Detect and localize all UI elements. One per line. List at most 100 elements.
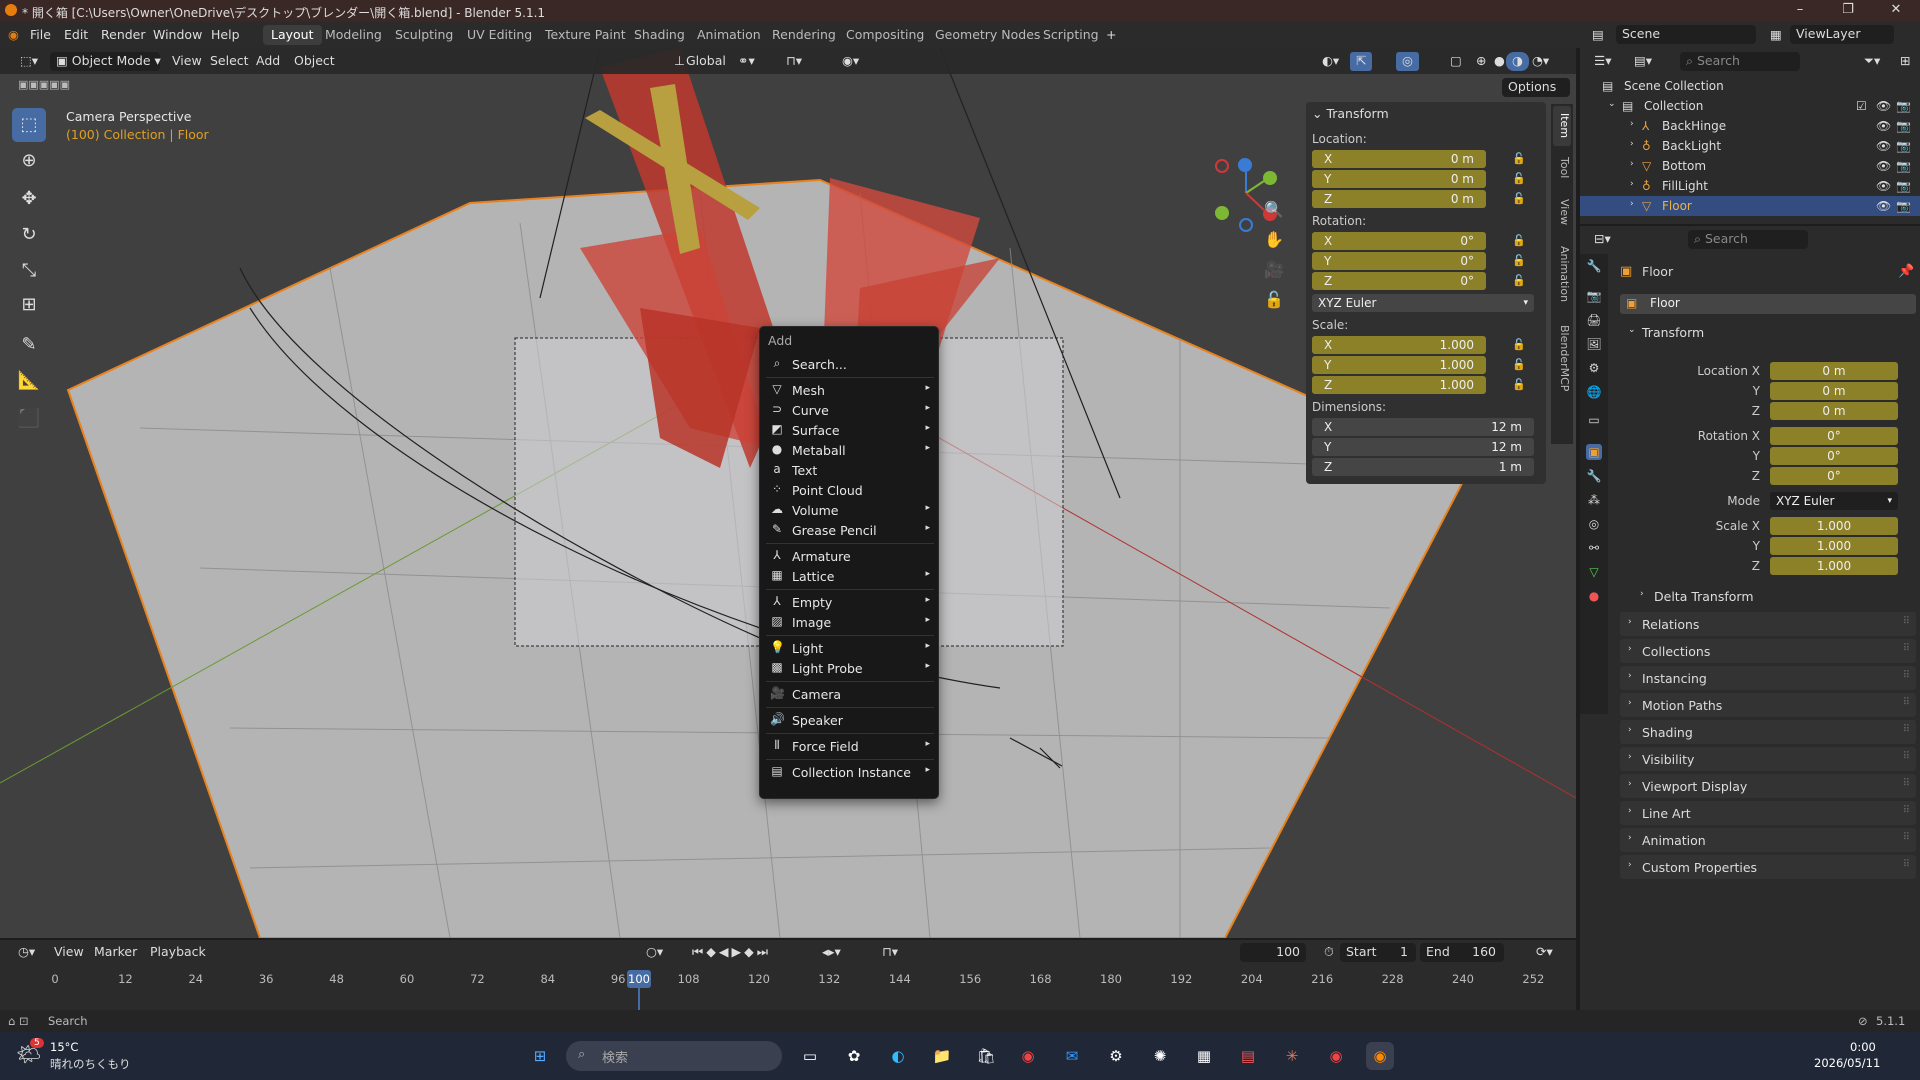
tab-sculpting[interactable]: Sculpting	[387, 25, 461, 45]
eye-icon[interactable]: 👁	[1876, 119, 1891, 133]
menu-edit[interactable]: Edit	[64, 27, 88, 42]
clock-time[interactable]: 0:00	[1850, 1040, 1876, 1054]
menu-item-light[interactable]: 💡 Light ▸	[762, 639, 936, 659]
chatgpt-icon[interactable]: ✺	[1146, 1042, 1174, 1070]
drag-handle-icon[interactable]: ⠿	[1903, 832, 1910, 843]
start-frame-field[interactable]: Start 1	[1340, 943, 1416, 962]
collection-tab-icon[interactable]: ▭	[1586, 412, 1602, 428]
options-button[interactable]: Options	[1502, 78, 1570, 97]
menu-item-light-probe[interactable]: ▩ Light Probe ▸	[762, 659, 936, 679]
menu-view[interactable]: View	[166, 52, 208, 71]
gizmo-toggle-icon[interactable]: ⇱	[1350, 52, 1373, 71]
menu-item-image[interactable]: ▨ Image ▸	[762, 613, 936, 633]
transform-orientation-selector[interactable]: Global	[680, 52, 732, 71]
outliner-scene-collection[interactable]: ▤ Scene Collection	[1580, 76, 1920, 96]
tab-blendermcp[interactable]: BlenderMCP	[1553, 316, 1571, 400]
data-tab-icon[interactable]: ▽	[1586, 564, 1602, 580]
chrome-icon[interactable]: ◉	[1014, 1042, 1042, 1070]
taskbar-search-box[interactable]: ⌕ 検索	[566, 1041, 782, 1071]
modifier-tab-icon[interactable]: 🔧	[1586, 468, 1602, 484]
windows-start-icon[interactable]: ⊞	[526, 1042, 554, 1070]
rotation-x-field[interactable]: X 0°	[1312, 232, 1486, 250]
copilot-icon[interactable]: ✿	[840, 1042, 868, 1070]
menu-item-lattice[interactable]: ▦ Lattice ▸	[762, 567, 936, 587]
world-tab-icon[interactable]: 🌐	[1586, 384, 1602, 400]
section-shading[interactable]: › Shading ⠿	[1620, 720, 1916, 744]
keying-set-icon[interactable]: ⊓▾	[876, 943, 904, 962]
annotate-tool[interactable]: ✎	[12, 328, 46, 362]
outlook-icon[interactable]: ✉	[1058, 1042, 1086, 1070]
particles-tab-icon[interactable]: ⁂	[1586, 492, 1602, 508]
view-layer-selector[interactable]: ViewLayer	[1790, 25, 1894, 44]
dimension-z-field[interactable]: Z 1 m	[1312, 458, 1534, 476]
new-collection-icon[interactable]: ⊞	[1894, 52, 1916, 71]
menu-item-force-field[interactable]: ⦀ Force Field ▸	[762, 737, 936, 757]
rotation-z-field[interactable]: Z 0°	[1312, 272, 1486, 290]
claude-icon[interactable]: ✳	[1278, 1042, 1306, 1070]
mode-selector[interactable]: ▣ Object Mode ▾	[50, 52, 161, 71]
maximize-icon[interactable]: ❐	[1828, 2, 1868, 17]
tab-animation[interactable]: Animation	[689, 25, 769, 45]
section-animation[interactable]: › Animation ⠿	[1620, 828, 1916, 852]
material-tab-icon[interactable]: ●	[1586, 588, 1602, 604]
camera-view-icon[interactable]: 🎥	[1262, 258, 1286, 282]
pin-icon[interactable]: 📌	[1898, 264, 1914, 279]
timeline-menu-marker[interactable]: Marker	[88, 943, 143, 962]
drag-handle-icon[interactable]: ⠿	[1903, 724, 1910, 735]
store-icon[interactable]: 🛍	[972, 1042, 1000, 1070]
transform-tool[interactable]: ⊞	[12, 288, 46, 322]
tab-view[interactable]: View	[1553, 192, 1571, 232]
drag-handle-icon[interactable]: ⠿	[1903, 778, 1910, 789]
menu-item-point-cloud[interactable]: ⁘ Point Cloud	[762, 481, 936, 501]
file-explorer-icon[interactable]: 📁	[928, 1042, 956, 1070]
location-z-field[interactable]: Z 0 m	[1312, 190, 1486, 208]
outliner-object-bottom[interactable]: › ▽ Bottom 👁 📷	[1580, 156, 1920, 176]
prop-location-x[interactable]: 0 m	[1770, 362, 1898, 380]
tab-compositing[interactable]: Compositing	[838, 25, 932, 45]
lock-icon[interactable]: 🔓	[1512, 338, 1526, 351]
menu-window[interactable]: Window	[153, 27, 202, 42]
lock-icon[interactable]: 🔓	[1512, 234, 1526, 247]
blender-taskbar-icon[interactable]: ◉	[1366, 1042, 1394, 1070]
prop-location-z[interactable]: 0 m	[1770, 402, 1898, 420]
scale-tool[interactable]: ⤡	[12, 254, 46, 288]
lock-icon[interactable]: 🔓	[1512, 192, 1526, 205]
menu-add[interactable]: Add	[250, 52, 286, 71]
timeline-menu-playback[interactable]: Playback	[144, 943, 212, 962]
app-icon[interactable]: ▤	[1234, 1042, 1262, 1070]
section-line-art[interactable]: › Line Art ⠿	[1620, 801, 1916, 825]
calculator-icon[interactable]: ▦	[1190, 1042, 1218, 1070]
object-name-field[interactable]: ▣ Floor	[1620, 294, 1916, 314]
location-y-field[interactable]: Y 0 m	[1312, 170, 1486, 188]
menu-item-mesh[interactable]: ▽ Mesh ▸	[762, 381, 936, 401]
tab-layout[interactable]: Layout	[263, 25, 322, 45]
tab-shading[interactable]: Shading	[626, 25, 693, 45]
drag-handle-icon[interactable]: ⠿	[1903, 616, 1910, 627]
prop-rotation-mode[interactable]: XYZ Euler ▾	[1770, 492, 1898, 510]
tab-modeling[interactable]: Modeling	[317, 25, 390, 45]
pan-hand-icon[interactable]: ✋	[1262, 228, 1286, 252]
constraints-tab-icon[interactable]: ⚯	[1586, 540, 1602, 556]
menu-item-grease-pencil[interactable]: ✎ Grease Pencil ▸	[762, 521, 936, 541]
proportional-edit-icon[interactable]: ◉▾	[836, 52, 865, 71]
chrome-profile-icon[interactable]: ◉	[1322, 1042, 1350, 1070]
add-cube-tool[interactable]: ⬛	[12, 402, 46, 436]
blender-menu-icon[interactable]: ◉	[8, 27, 19, 42]
scale-y-field[interactable]: Y 1.000	[1312, 356, 1486, 374]
tab-uv-editing[interactable]: UV Editing	[459, 25, 540, 45]
section-visibility[interactable]: › Visibility ⠿	[1620, 747, 1916, 771]
tool-tab-icon[interactable]: 🔧	[1586, 258, 1602, 274]
scale-x-field[interactable]: X 1.000	[1312, 336, 1486, 354]
prop-location-y[interactable]: 0 m	[1770, 382, 1898, 400]
menu-item-metaball[interactable]: ● Metaball ▸	[762, 441, 936, 461]
minimize-icon[interactable]: –	[1780, 2, 1820, 17]
section-motion-paths[interactable]: › Motion Paths ⠿	[1620, 693, 1916, 717]
tab-item[interactable]: Item	[1553, 106, 1571, 146]
section-relations[interactable]: › Relations ⠿	[1620, 612, 1916, 636]
menu-item-camera[interactable]: 🎥 Camera	[762, 685, 936, 705]
section-viewport-display[interactable]: › Viewport Display ⠿	[1620, 774, 1916, 798]
menu-item-surface[interactable]: ◩ Surface ▸	[762, 421, 936, 441]
visibility-icon[interactable]: ◐▾	[1316, 52, 1345, 71]
lock-icon[interactable]: 🔓	[1512, 172, 1526, 185]
render-camera-icon[interactable]: 📷	[1896, 119, 1911, 133]
